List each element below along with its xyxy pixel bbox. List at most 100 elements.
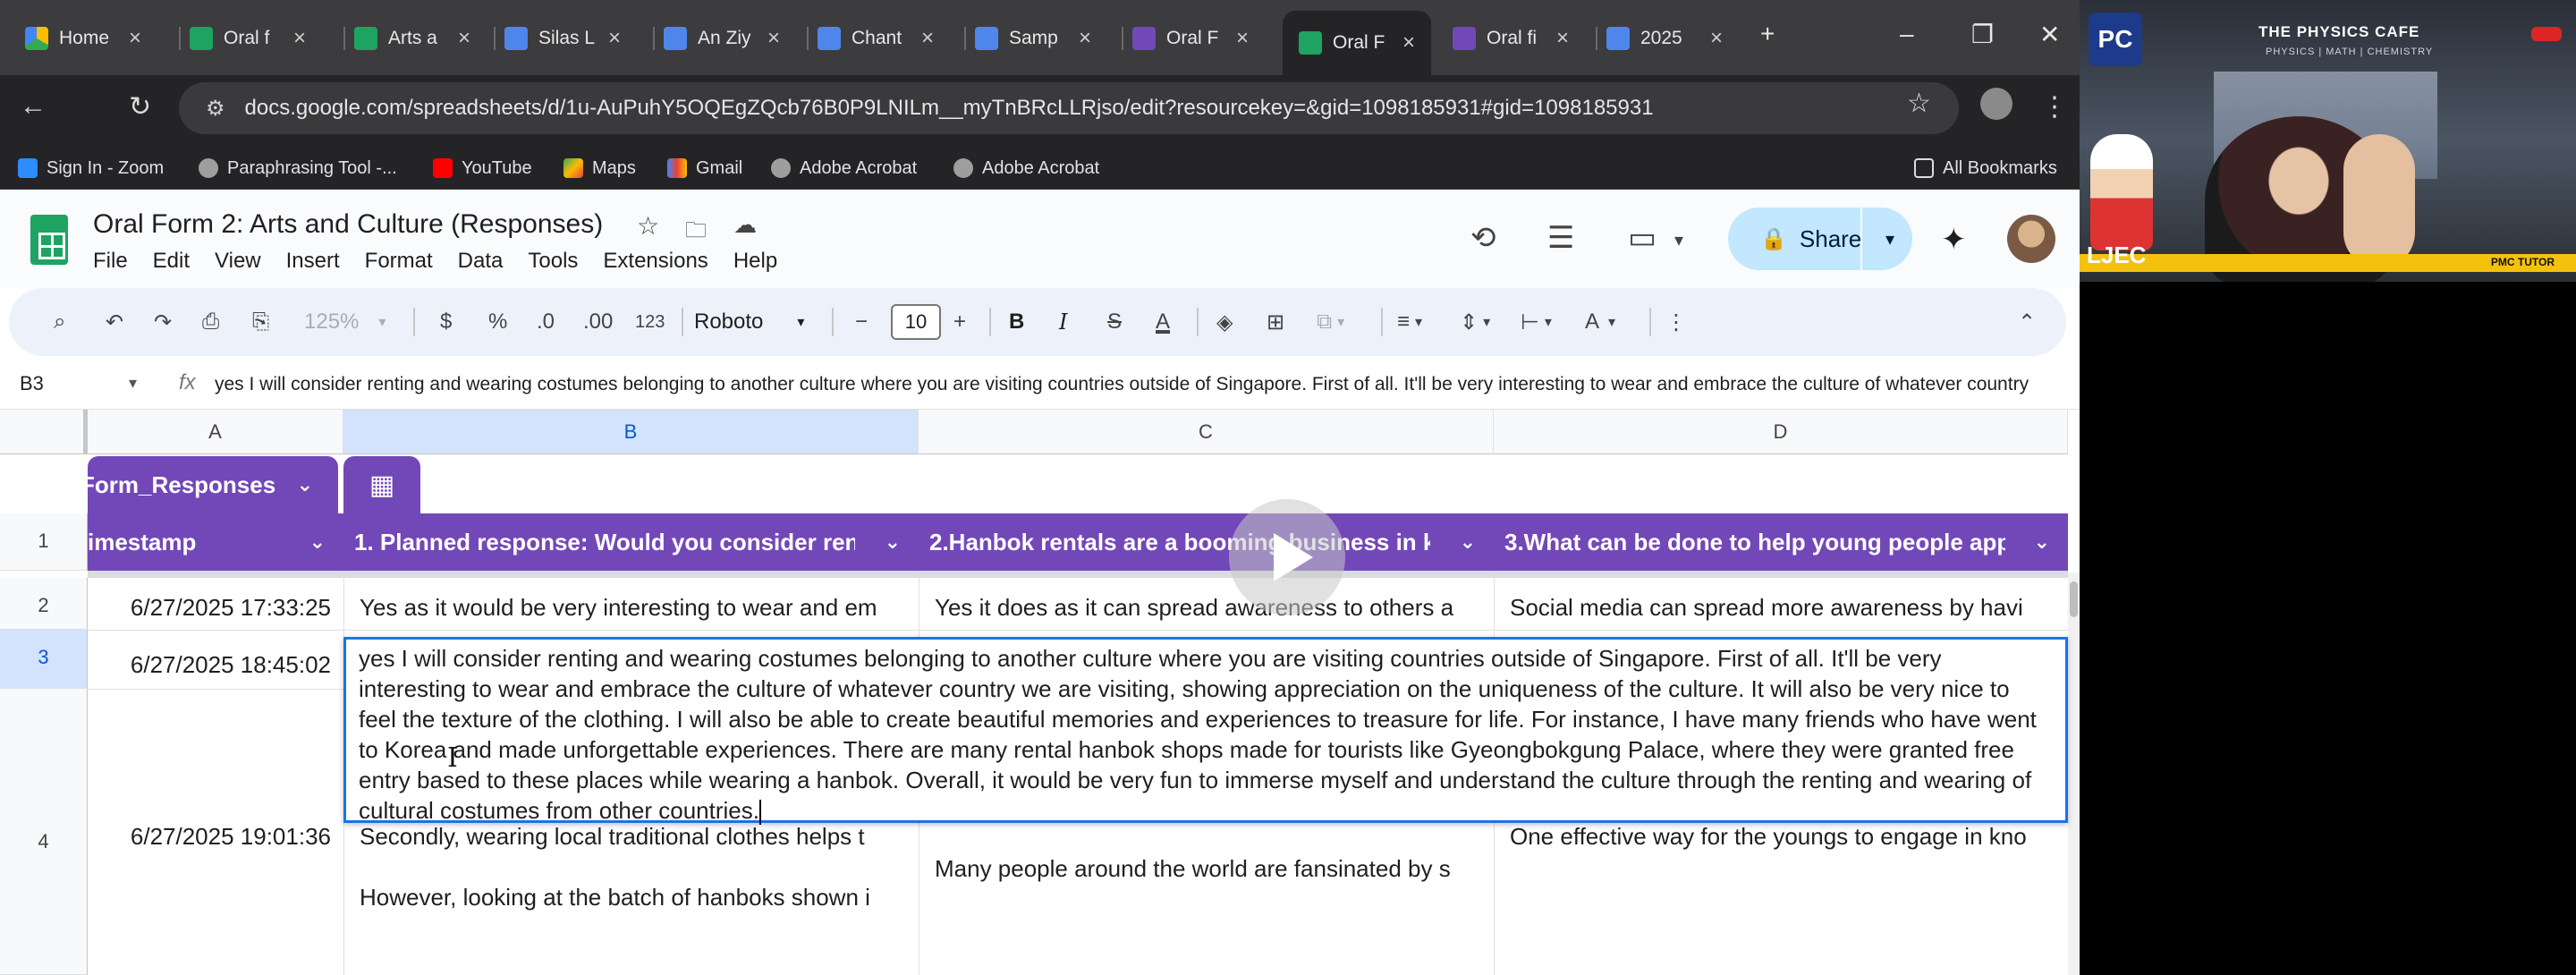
- frozen-row-divider[interactable]: [88, 571, 2068, 578]
- bookmark-youtube[interactable]: YouTube: [433, 147, 532, 190]
- tab-chant[interactable]: Chant ×: [806, 16, 934, 61]
- header-q1[interactable]: 1. Planned response: Would you consider …: [343, 513, 919, 571]
- undo-icon[interactable]: ↶: [106, 288, 123, 356]
- cell-b2[interactable]: Yes as it would be very interesting to w…: [360, 592, 918, 623]
- reload-icon[interactable]: ↻: [129, 91, 151, 123]
- search-icon[interactable]: ⌕: [54, 288, 65, 356]
- column-header-b[interactable]: B: [343, 410, 919, 454]
- table-name-tab[interactable]: Form_Responses ⌄: [88, 456, 338, 513]
- menu-extensions[interactable]: Extensions: [603, 249, 708, 274]
- bookmark-star-icon[interactable]: ☆: [1907, 88, 1931, 119]
- menu-tools[interactable]: Tools: [528, 249, 578, 274]
- meet-icon[interactable]: ▭: [1628, 220, 1657, 256]
- formula-input[interactable]: yes I will consider renting and wearing …: [215, 374, 2039, 395]
- star-icon[interactable]: ☆: [637, 211, 659, 241]
- menu-edit[interactable]: Edit: [153, 249, 190, 274]
- name-box[interactable]: B3: [20, 372, 44, 395]
- text-rotation-icon[interactable]: A ▾: [1585, 288, 1615, 356]
- menu-data[interactable]: Data: [458, 249, 504, 274]
- header-timestamp[interactable]: imestamp ⌄: [88, 513, 343, 571]
- column-header-c[interactable]: C: [919, 410, 1494, 454]
- close-icon[interactable]: ×: [458, 26, 470, 51]
- percent-button[interactable]: %: [488, 288, 507, 356]
- tab-oral-f[interactable]: Oral f ×: [178, 16, 306, 61]
- tab-oral-fi[interactable]: Oral fi ×: [1453, 16, 1569, 61]
- decrease-decimal-button[interactable]: .0: [537, 288, 555, 356]
- header-q3[interactable]: 3.What can be done to help young people …: [1494, 513, 2068, 571]
- paint-format-icon[interactable]: ⎘: [252, 288, 269, 356]
- back-icon[interactable]: ←: [20, 91, 47, 122]
- font-size-decrease-button[interactable]: −: [855, 288, 868, 356]
- strikethrough-button[interactable]: S: [1107, 288, 1122, 356]
- cell-c2[interactable]: Yes it does as it can spread awareness t…: [935, 592, 1493, 623]
- number-format-button[interactable]: 123: [635, 288, 665, 356]
- window-close-icon[interactable]: ✕: [2039, 20, 2060, 49]
- move-folder-icon[interactable]: 🗀: [685, 215, 707, 251]
- cell-d4[interactable]: One effective way for the youngs to enga…: [1510, 821, 2068, 852]
- bookmark-acrobat-2[interactable]: Adobe Acrobat: [953, 147, 1099, 190]
- table-view-icon[interactable]: ▦: [343, 456, 420, 513]
- bookmark-zoom[interactable]: Sign In - Zoom: [18, 147, 164, 190]
- fill-color-icon[interactable]: ◈: [1216, 288, 1233, 356]
- currency-button[interactable]: $: [440, 288, 452, 356]
- cell-a4[interactable]: 6/27/2025 19:01:36: [88, 821, 331, 852]
- menu-format[interactable]: Format: [365, 249, 433, 274]
- column-header-d[interactable]: D: [1494, 410, 2068, 454]
- italic-button[interactable]: I: [1059, 288, 1067, 356]
- doc-title[interactable]: Oral Form 2: Arts and Culture (Responses…: [93, 209, 603, 240]
- cell-c4[interactable]: Many people around the world are fansina…: [935, 853, 1493, 884]
- close-icon[interactable]: ×: [1402, 30, 1415, 55]
- cell-a2[interactable]: 6/27/2025 17:33:25: [88, 592, 331, 623]
- borders-icon[interactable]: ⊞: [1267, 288, 1284, 356]
- cell-b4-line1[interactable]: Secondly, wearing local traditional clot…: [360, 821, 918, 852]
- text-color-button[interactable]: A: [1156, 288, 1170, 356]
- gemini-icon[interactable]: ✦: [1941, 222, 1967, 258]
- close-icon[interactable]: ×: [608, 26, 621, 51]
- tab-arts[interactable]: Arts a ×: [343, 16, 470, 61]
- chevron-down-icon[interactable]: ▾: [1674, 229, 1683, 251]
- close-icon[interactable]: ×: [1556, 26, 1569, 51]
- chevron-down-icon[interactable]: ▾: [129, 374, 137, 393]
- menu-insert[interactable]: Insert: [286, 249, 340, 274]
- bookmark-gmail[interactable]: Gmail: [667, 147, 742, 190]
- increase-decimal-button[interactable]: .00: [583, 288, 613, 356]
- cloud-status-icon[interactable]: ☁: [733, 211, 757, 239]
- bookmark-maps[interactable]: Maps: [564, 147, 636, 190]
- minimize-icon[interactable]: –: [1900, 20, 1914, 48]
- column-header-a[interactable]: A: [88, 410, 343, 454]
- header-q2[interactable]: 2.Hanbok rentals are a booming business …: [919, 513, 1494, 571]
- row-header-3[interactable]: 3: [0, 630, 88, 689]
- close-icon[interactable]: ×: [293, 26, 306, 51]
- site-info-icon[interactable]: ⚙: [206, 96, 225, 122]
- menu-view[interactable]: View: [215, 249, 261, 274]
- zoom-select[interactable]: 125% ▾: [304, 288, 386, 356]
- row-header-2[interactable]: 2: [0, 578, 88, 630]
- bookmark-paraphrasing[interactable]: Paraphrasing Tool -...: [199, 147, 397, 190]
- play-icon[interactable]: [1229, 499, 1345, 615]
- print-icon[interactable]: ⎙: [202, 288, 219, 356]
- tab-oral-form-a[interactable]: Oral F ×: [1121, 16, 1249, 61]
- close-icon[interactable]: ×: [129, 26, 141, 51]
- text-wrapping-icon[interactable]: ⊢ ▾: [1521, 288, 1552, 356]
- vertical-scrollbar[interactable]: [2068, 572, 2080, 975]
- new-tab-icon[interactable]: +: [1760, 20, 1775, 48]
- more-options-icon[interactable]: ⋮: [1665, 288, 1687, 356]
- close-icon[interactable]: ×: [1236, 26, 1249, 51]
- cell-b3-editor[interactable]: yes I will consider renting and wearing …: [343, 637, 2068, 826]
- close-icon[interactable]: ×: [1710, 26, 1723, 51]
- align-vertical-icon[interactable]: ⇕ ▾: [1460, 288, 1490, 356]
- select-all-corner[interactable]: [0, 410, 88, 454]
- avatar[interactable]: [2007, 215, 2055, 263]
- close-icon[interactable]: ×: [1079, 26, 1091, 51]
- close-icon[interactable]: ×: [767, 26, 780, 51]
- align-horizontal-icon[interactable]: ≡ ▾: [1397, 288, 1422, 356]
- row-header-1[interactable]: 1: [0, 513, 88, 571]
- tab-2025[interactable]: 2025 ×: [1595, 16, 1723, 61]
- row-header-4[interactable]: 4: [0, 689, 88, 975]
- profile-icon[interactable]: [1980, 88, 2012, 120]
- merge-cells-icon[interactable]: ⧉ ▾: [1317, 288, 1344, 356]
- share-button[interactable]: 🔒 Share ▾: [1728, 208, 1912, 270]
- font-select[interactable]: Roboto ▾: [694, 288, 804, 356]
- menu-dots-icon[interactable]: ⋮: [2041, 91, 2068, 123]
- cell-d2[interactable]: Social media can spread more awareness b…: [1510, 592, 2068, 623]
